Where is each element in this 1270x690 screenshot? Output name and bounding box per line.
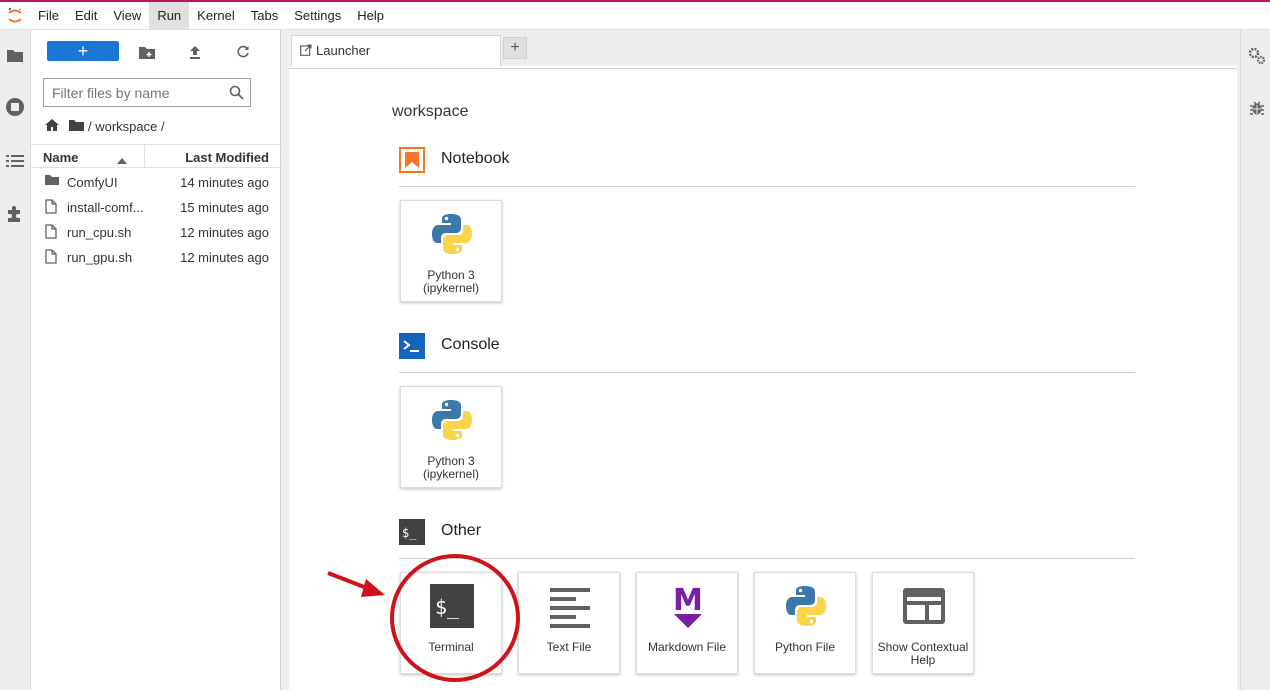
file-filter-box: [43, 78, 251, 107]
notebook-icon: [399, 147, 425, 173]
folder-icon[interactable]: [4, 44, 26, 66]
folder-icon: [45, 174, 59, 189]
name-column-header[interactable]: Name: [43, 150, 78, 165]
filter-files-input[interactable]: [44, 79, 219, 106]
console-python3-card[interactable]: Python 3 (ipykernel): [400, 386, 502, 488]
terminal-section-icon: $_: [399, 519, 425, 545]
debugger-bug-icon[interactable]: [1247, 98, 1267, 118]
section-label: Notebook: [441, 150, 510, 167]
add-tab-button[interactable]: +: [503, 37, 527, 59]
python-logo-icon: [427, 395, 477, 445]
breadcrumb-path[interactable]: / workspace /: [88, 119, 165, 134]
file-row[interactable]: ComfyUI 14 minutes ago: [31, 170, 281, 195]
file-row[interactable]: install-comf... 15 minutes ago: [31, 195, 281, 220]
sort-ascending-icon[interactable]: [117, 152, 127, 167]
contextual-help-card[interactable]: Show Contextual Help: [872, 572, 974, 674]
section-label: Other: [441, 522, 482, 539]
property-inspector-gears-icon[interactable]: [1247, 46, 1267, 66]
file-name: install-comf...: [67, 200, 144, 215]
file-icon: [45, 224, 57, 242]
file-browser-panel: + / workspace / Name Last Modified: [31, 30, 281, 690]
menu-run[interactable]: Run: [149, 1, 190, 30]
card-label: Markdown File: [647, 640, 727, 654]
python-logo-icon: [427, 209, 477, 259]
extension-puzzle-icon[interactable]: [4, 203, 26, 225]
menu-edit[interactable]: Edit: [67, 2, 105, 30]
markdown-file-card[interactable]: M Markdown File: [636, 572, 738, 674]
refresh-icon[interactable]: [233, 42, 253, 62]
section-notebook: Notebook: [399, 147, 1135, 187]
section-other: $_ Other: [399, 519, 1135, 559]
section-console: Console: [399, 333, 1135, 373]
jupyter-logo-icon: [0, 2, 30, 30]
file-row[interactable]: run_gpu.sh 12 minutes ago: [31, 245, 281, 270]
upload-icon[interactable]: [185, 42, 205, 62]
file-browser-toolbar: +: [31, 38, 281, 66]
file-icon: [45, 199, 57, 217]
file-icon: [45, 249, 57, 267]
contextual-help-icon: [899, 581, 949, 631]
file-list-header: Name Last Modified: [31, 144, 281, 168]
card-label: Terminal: [428, 640, 474, 654]
menu-settings[interactable]: Settings: [286, 2, 349, 30]
menu-view[interactable]: View: [105, 2, 149, 30]
file-modified: 14 minutes ago: [180, 175, 269, 190]
notebook-python3-card[interactable]: Python 3 (ipykernel): [400, 200, 502, 302]
file-modified: 12 minutes ago: [180, 225, 269, 240]
breadcrumb: / workspace /: [45, 116, 165, 136]
modified-column-header[interactable]: Last Modified: [185, 150, 269, 165]
file-name: ComfyUI: [67, 175, 118, 190]
svg-text:M: M: [673, 583, 703, 618]
launcher-tab-icon: [300, 44, 312, 59]
launcher-cwd: workspace: [392, 103, 469, 120]
section-label: Console: [441, 336, 500, 353]
right-sidebar: [1240, 30, 1270, 690]
file-name: run_gpu.sh: [67, 250, 133, 265]
left-sidebar: [0, 30, 31, 690]
breadcrumb-folder-icon[interactable]: [69, 119, 84, 134]
new-folder-icon[interactable]: [137, 42, 157, 62]
search-icon[interactable]: [229, 85, 244, 105]
terminal-card[interactable]: $_ Terminal: [400, 572, 502, 674]
launcher-panel: workspace Notebook Python 3 (ipykernel) …: [289, 66, 1240, 690]
card-label: Python 3 (ipykernel): [422, 454, 479, 481]
launcher-top-border: [289, 66, 1237, 69]
menu-kernel[interactable]: Kernel: [189, 2, 243, 30]
new-launcher-button[interactable]: +: [47, 41, 119, 61]
console-icon: [399, 333, 425, 359]
home-icon[interactable]: [45, 118, 59, 134]
menu-file[interactable]: File: [30, 2, 67, 30]
text-file-icon: [545, 581, 595, 631]
running-sessions-icon[interactable]: [4, 96, 26, 118]
tab-label: Launcher: [316, 43, 371, 58]
column-divider: [144, 145, 145, 167]
svg-text:$_: $_: [435, 595, 460, 619]
tab-bar: Launcher +: [289, 30, 1240, 66]
markdown-icon: M: [663, 581, 713, 631]
file-name: run_cpu.sh: [67, 225, 132, 240]
menu-tabs[interactable]: Tabs: [243, 2, 286, 30]
panel-splitter[interactable]: [281, 30, 289, 690]
card-label: Python File: [774, 640, 836, 654]
table-of-contents-icon[interactable]: [4, 150, 26, 172]
file-modified: 12 minutes ago: [180, 250, 269, 265]
file-modified: 15 minutes ago: [180, 200, 269, 215]
python-file-card[interactable]: Python File: [754, 572, 856, 674]
card-label: Show Contextual Help: [877, 640, 969, 667]
tab-launcher[interactable]: Launcher: [291, 35, 501, 66]
menu-bar: File Edit View Run Kernel Tabs Settings …: [0, 1, 1270, 30]
svg-text:$_: $_: [402, 526, 417, 540]
text-file-card[interactable]: Text File: [518, 572, 620, 674]
terminal-icon: $_: [427, 581, 477, 631]
card-label: Python 3 (ipykernel): [422, 268, 479, 295]
card-label: Text File: [546, 640, 592, 654]
menu-help[interactable]: Help: [349, 2, 392, 30]
python-logo-icon: [781, 581, 831, 631]
file-row[interactable]: run_cpu.sh 12 minutes ago: [31, 220, 281, 245]
